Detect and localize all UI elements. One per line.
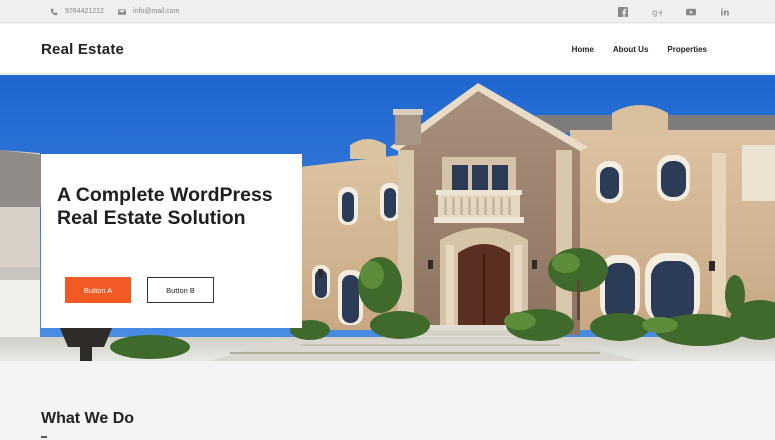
nav-home[interactable]: Home bbox=[572, 45, 594, 54]
phone-number: 9764421212 bbox=[65, 8, 104, 15]
button-b[interactable]: Button B bbox=[147, 277, 214, 303]
site-logo[interactable]: Real Estate bbox=[41, 24, 124, 74]
social-links: g+ in bbox=[617, 0, 731, 23]
linkedin-icon[interactable]: in bbox=[719, 6, 731, 18]
email-address: info@mail.com bbox=[133, 8, 180, 15]
google-plus-icon[interactable]: g+ bbox=[651, 6, 663, 18]
email-contact[interactable]: info@mail.com bbox=[118, 0, 179, 23]
nav-properties[interactable]: Properties bbox=[667, 45, 707, 54]
youtube-icon[interactable] bbox=[685, 6, 697, 18]
hero-banner: A Complete WordPress Real Estate Solutio… bbox=[0, 75, 775, 361]
title-underline bbox=[41, 436, 47, 438]
section-title: What We Do bbox=[41, 410, 135, 427]
site-header: Real Estate Home About Us Properties bbox=[0, 24, 775, 74]
hero-card: A Complete WordPress Real Estate Solutio… bbox=[41, 154, 302, 328]
phone-contact[interactable]: 9764421212 bbox=[50, 0, 104, 23]
envelope-icon bbox=[118, 8, 126, 15]
nav-about-us[interactable]: About Us bbox=[613, 45, 649, 54]
phone-icon bbox=[50, 8, 58, 15]
hero-title: A Complete WordPress Real Estate Solutio… bbox=[57, 184, 273, 229]
svg-text:g+: g+ bbox=[652, 8, 662, 17]
top-contact-bar: 9764421212 info@mail.com g+ in bbox=[0, 0, 775, 23]
what-we-do-section: What We Do bbox=[0, 361, 775, 440]
main-nav: Home About Us Properties bbox=[572, 24, 707, 74]
button-a[interactable]: Button A bbox=[65, 277, 131, 303]
svg-text:in: in bbox=[721, 8, 730, 17]
facebook-icon[interactable] bbox=[617, 6, 629, 18]
